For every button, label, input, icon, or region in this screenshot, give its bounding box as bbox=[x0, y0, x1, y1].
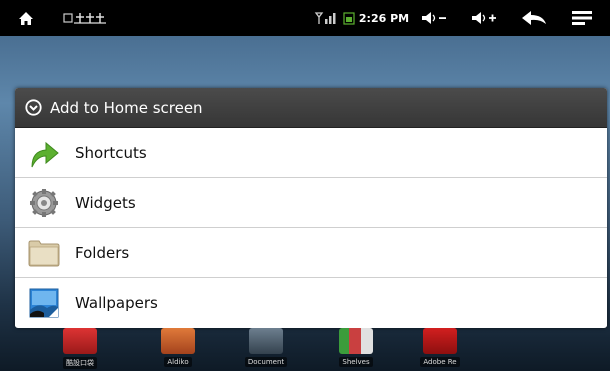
app-icon bbox=[249, 328, 283, 354]
dialog-title: Add to Home screen bbox=[50, 98, 203, 117]
dock-app-2[interactable]: Aldiko bbox=[148, 328, 208, 367]
add-to-home-dialog: Add to Home screen Shortcuts Widgets Fol… bbox=[15, 88, 607, 328]
folder-icon bbox=[27, 236, 61, 270]
volume-up-icon[interactable] bbox=[468, 0, 500, 36]
back-icon[interactable] bbox=[518, 0, 550, 36]
volume-down-icon[interactable] bbox=[418, 0, 450, 36]
dialog-header: Add to Home screen bbox=[15, 88, 607, 128]
app-icon bbox=[339, 328, 373, 354]
battery-icon bbox=[342, 0, 356, 36]
menu-item-label: Wallpapers bbox=[75, 293, 158, 312]
menu-item-wallpapers[interactable]: Wallpapers bbox=[15, 278, 607, 327]
gear-icon bbox=[27, 186, 61, 220]
wallpaper-icon bbox=[27, 286, 61, 320]
dock-app-label: Document bbox=[244, 357, 288, 367]
dock-app-4[interactable]: Shelves bbox=[326, 328, 386, 367]
menu-item-shortcuts[interactable]: Shortcuts bbox=[15, 128, 607, 178]
usb-icon bbox=[62, 0, 108, 36]
menu-item-label: Folders bbox=[75, 243, 130, 262]
chevron-down-circle-icon bbox=[25, 99, 42, 116]
app-icon bbox=[161, 328, 195, 354]
app-icon bbox=[63, 328, 97, 354]
dock-app-label: Adobe Re bbox=[420, 357, 460, 367]
dock-app-label: 酷設口袋 bbox=[63, 357, 97, 369]
clock-time: 2:26 PM bbox=[358, 11, 410, 25]
shortcut-arrow-icon bbox=[27, 136, 61, 170]
status-bar: 2:26 PM bbox=[0, 0, 610, 36]
dock-app-label: Shelves bbox=[339, 357, 373, 367]
app-icon bbox=[423, 328, 457, 354]
home-icon[interactable] bbox=[14, 0, 38, 36]
menu-icon[interactable] bbox=[568, 0, 596, 36]
menu-item-folders[interactable]: Folders bbox=[15, 228, 607, 278]
menu-item-widgets[interactable]: Widgets bbox=[15, 178, 607, 228]
signal-icon bbox=[313, 0, 339, 36]
menu-item-label: Shortcuts bbox=[75, 143, 147, 162]
dock-app-3[interactable]: Document bbox=[236, 328, 296, 367]
menu-item-label: Widgets bbox=[75, 193, 136, 212]
dock-app-5[interactable]: Adobe Re bbox=[410, 328, 470, 367]
dock-app-1[interactable]: 酷設口袋 bbox=[50, 328, 110, 369]
dock-app-label: Aldiko bbox=[164, 357, 192, 367]
